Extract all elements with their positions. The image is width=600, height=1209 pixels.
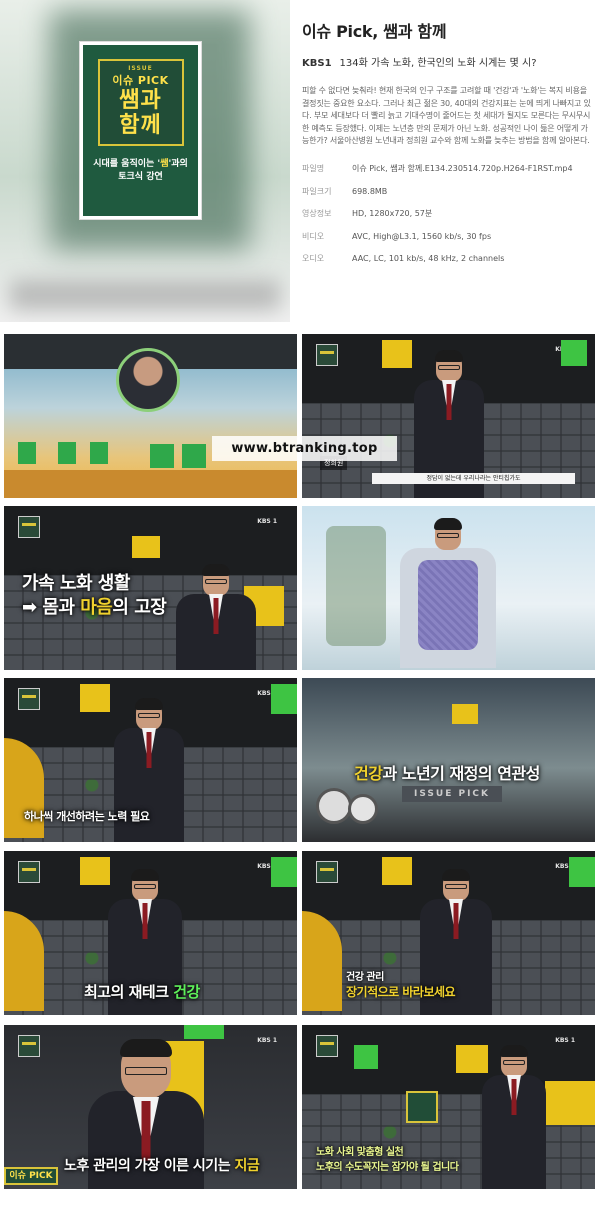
- network-label: KBS1: [302, 58, 332, 69]
- show-logo-icon: [316, 1035, 338, 1057]
- guest: [400, 518, 496, 670]
- kbs-tag: KBS 1: [555, 1037, 575, 1044]
- show-logo-icon: [316, 861, 338, 883]
- subtitle-strip: 정답이 없는데 우리나라는 안티칩가도: [372, 473, 575, 484]
- page-title: 이슈 Pick, 쌤과 함께: [302, 22, 447, 41]
- episode-label: 134화 가속 노화, 한국인의 노화 시계는 몇 시?: [339, 58, 537, 69]
- caption-text: 가속 노화 생활 ➡ 몸과 마음의 고장: [22, 573, 167, 618]
- spec-row-audio: 오디오 AAC, LC, 101 kb/s, 48 kHz, 2 channels: [302, 254, 505, 264]
- episode-header: ISSUE 이슈 PICK 쌤과 함께 시대를 움직이는 '쌤'과의 토크식 강…: [0, 0, 600, 322]
- show-logo-icon: [18, 1035, 40, 1057]
- show-logo-icon: [18, 861, 40, 883]
- caption-text: 노후 관리의 가장 이른 시기는 지금: [64, 1158, 260, 1174]
- screenshot-9: KBS 1 이슈 PICK 노후 관리의 가장 이른 시기는 지금: [4, 1025, 297, 1189]
- presenter: [176, 564, 256, 670]
- screenshot-8: KBS 1 건강 관리 장기적으로 바라보세요: [302, 851, 595, 1015]
- screenshot-5: KBS 1 하나씩 개선하려는 노력 필요: [4, 678, 297, 842]
- screenshot-6: ISSUE PICK 건강과 노년기 재정의 연관성: [302, 678, 595, 842]
- screenshot-3: KBS 1 가속 노화 생활 ➡ 몸과 마음의 고장: [4, 506, 297, 670]
- poster-title-line1: 쌤과: [119, 88, 162, 113]
- poster-title-line2: 함께: [119, 113, 162, 138]
- spec-row-video: 비디오 AVC, High@L3.1, 1560 kb/s, 30 fps: [302, 231, 492, 241]
- episode-info: 이슈 Pick, 쌤과 함께 KBS1 134화 가속 노화, 한국인의 노화 시…: [302, 18, 594, 270]
- watermark: www.btranking.top: [212, 436, 397, 461]
- screenshot-2: KBS 1 정희원 정답이 없는데 우리나라는 안티칩가도: [302, 334, 595, 498]
- show-tag: 이슈 PICK: [4, 1167, 58, 1185]
- screenshot-1: [4, 334, 297, 498]
- episode-description: 피할 수 없다면 늦춰라! 현재 한국의 인구 구조를 고려할 때 '건강'과 …: [302, 86, 591, 145]
- show-poster: ISSUE 이슈 PICK 쌤과 함께 시대를 움직이는 '쌤'과의 토크식 강…: [80, 42, 201, 219]
- screenshot-10: KBS 1 노화 사회 맞춤형 실천 노후의 수도꼭지는 잠가야 될 겁니다: [302, 1025, 595, 1189]
- poster-logo: ISSUE 이슈 PICK 쌤과 함께: [97, 59, 184, 146]
- caption-text: 하나씩 개선하려는 노력 필요: [24, 810, 150, 823]
- guest-portrait: [116, 348, 180, 412]
- spec-row-filename: 파일명 이슈 Pick, 쌤과 함께.E134.230514.720p.H264-…: [302, 164, 573, 174]
- show-logo-icon: [316, 344, 338, 366]
- show-logo-icon: [18, 688, 40, 710]
- screenshot-7: KBS 1 최고의 재테크 건강: [4, 851, 297, 1015]
- show-logo-icon: [18, 516, 40, 538]
- kbs-tag: KBS 1: [257, 1037, 277, 1044]
- spec-row-video-info: 영상정보 HD, 1280x720, 57분: [302, 209, 433, 219]
- spec-row-filesize: 파일크기 698.8MB: [302, 186, 388, 196]
- show-logo-icon: [406, 1091, 438, 1123]
- episode-subtitle: KBS1 134화 가속 노화, 한국인의 노화 시계는 몇 시?: [302, 54, 594, 69]
- screenshot-4: [302, 506, 595, 670]
- poster-issue-text: ISSUE: [128, 65, 153, 72]
- kbs-tag: KBS 1: [257, 518, 277, 525]
- poster-pick-text: 이슈 PICK: [112, 74, 169, 87]
- caption-text: 최고의 재테크 건강: [84, 983, 200, 1001]
- file-specs: 파일명 이슈 Pick, 쌤과 함께.E134.230514.720p.H264-…: [302, 158, 594, 271]
- clock-icon: [316, 788, 352, 824]
- poster-subtitle: 시대를 움직이는 '쌤'과의 토크식 강연: [93, 159, 188, 182]
- stage-sign: ISSUE PICK: [402, 786, 502, 802]
- presenter: [482, 1045, 546, 1189]
- caption-text: 건강과 노년기 재정의 연관성: [354, 764, 540, 783]
- clock-icon: [348, 794, 378, 824]
- caption-text: 건강 관리 장기적으로 바라보세요: [346, 972, 456, 999]
- caption-text: 노화 사회 맞춤형 실천 노후의 수도꼭지는 잠가야 될 겁니다: [316, 1147, 459, 1173]
